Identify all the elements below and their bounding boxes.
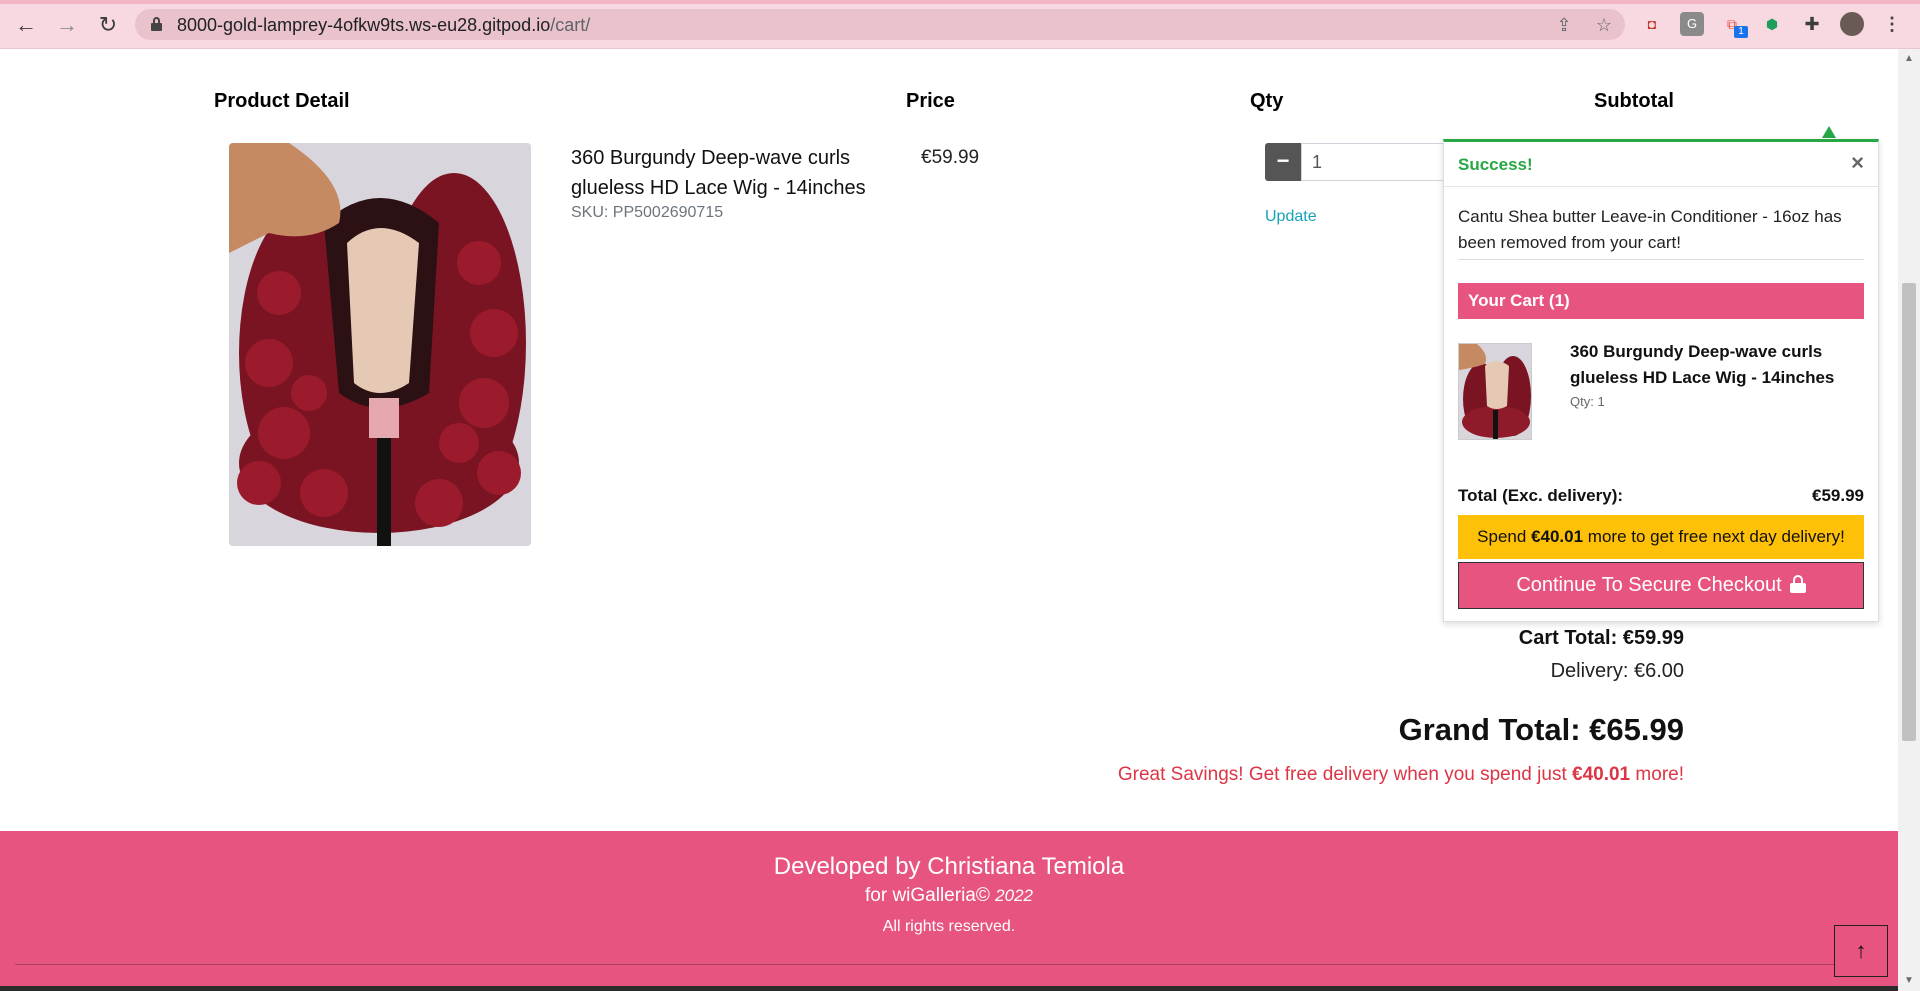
popup-pointer bbox=[1822, 126, 1836, 138]
reload-icon[interactable]: ↻ bbox=[92, 10, 124, 40]
delivery-cost: Delivery: €6.00 bbox=[1550, 660, 1684, 682]
scrollbar-thumb[interactable] bbox=[1902, 283, 1916, 741]
close-icon[interactable]: × bbox=[1851, 150, 1864, 176]
popup-item-qty: Qty: 1 bbox=[1570, 394, 1605, 409]
popup-title-divider bbox=[1444, 186, 1878, 187]
back-to-top-button[interactable]: ↑ bbox=[1834, 925, 1888, 977]
tab-strip-edge bbox=[0, 0, 1920, 4]
product-name[interactable]: 360 Burgundy Deep-wave curls glueless HD… bbox=[571, 143, 871, 203]
product-sku: SKU: PP5002690715 bbox=[571, 204, 724, 221]
popup-total-value: €59.99 bbox=[1812, 486, 1864, 505]
popup-total-label: Total (Exc. delivery): bbox=[1458, 486, 1624, 505]
popup-message: Cantu Shea butter Leave-in Conditioner -… bbox=[1458, 207, 1842, 252]
scroll-down-arrow-icon[interactable]: ▼ bbox=[1898, 971, 1920, 991]
arrow-up-icon: ↑ bbox=[1855, 938, 1867, 963]
popup-product-thumbnail[interactable] bbox=[1458, 343, 1532, 440]
site-footer: Developed by Christiana Temiola for wiGa… bbox=[0, 831, 1898, 991]
update-link[interactable]: Update bbox=[1265, 208, 1317, 226]
cart-notification-popup: Success! × Cantu Shea butter Leave-in Co… bbox=[1443, 139, 1879, 622]
savings-prefix: Great Savings! Get free delivery when yo… bbox=[1117, 764, 1573, 785]
popup-item-name[interactable]: 360 Burgundy Deep-wave curls glueless HD… bbox=[1570, 339, 1860, 391]
footer-divider bbox=[15, 964, 1883, 965]
wig-thumbnail-illustration bbox=[1459, 344, 1531, 439]
extensions-icon[interactable]: ✚ bbox=[1800, 12, 1824, 36]
checkout-label: Continue To Secure Checkout bbox=[1516, 574, 1782, 596]
product-price: €59.99 bbox=[921, 147, 980, 168]
share-icon[interactable]: ⇪ bbox=[1553, 14, 1575, 36]
address-bar[interactable]: 8000-gold-lamprey-4ofkw9ts.ws-eu28.gitpo… bbox=[135, 9, 1625, 40]
savings-suffix: more! bbox=[1630, 764, 1684, 785]
footer-brand: for wiGalleria© 2022 bbox=[0, 885, 1898, 907]
footer-rights: All rights reserved. bbox=[882, 918, 1016, 935]
back-icon[interactable]: ← bbox=[10, 10, 42, 40]
extension-badge: 1 bbox=[1734, 26, 1748, 38]
decrease-qty-button[interactable]: − bbox=[1265, 143, 1301, 181]
url-text: 8000-gold-lamprey-4ofkw9ts.ws-eu28.gitpo… bbox=[177, 15, 591, 35]
padlock-icon bbox=[1789, 575, 1806, 593]
header-subtotal: Subtotal bbox=[1594, 90, 1674, 112]
popup-message-divider bbox=[1458, 259, 1864, 260]
forward-icon[interactable]: → bbox=[51, 10, 83, 40]
lock-icon[interactable] bbox=[151, 17, 162, 31]
pocket-extension-icon[interactable]: ◘ bbox=[1640, 12, 1664, 36]
qty-input[interactable] bbox=[1301, 143, 1461, 181]
browser-toolbar: ← → ↻ 8000-gold-lamprey-4ofkw9ts.ws-eu28… bbox=[0, 0, 1920, 49]
header-product-detail: Product Detail bbox=[214, 90, 350, 112]
grand-total: Grand Total: €65.99 bbox=[1398, 712, 1684, 747]
profile-avatar[interactable] bbox=[1840, 12, 1864, 36]
footer-developer: Developed by Christiana Temiola bbox=[773, 853, 1125, 880]
footer-brand-text: for wiGalleria© bbox=[865, 885, 996, 906]
savings-amount: €40.01 bbox=[1572, 764, 1631, 785]
secure-checkout-button[interactable]: Continue To Secure Checkout bbox=[1458, 562, 1864, 609]
spend-amount: €40.01 bbox=[1531, 527, 1584, 546]
bottom-strip bbox=[0, 986, 1898, 991]
popup-cart-heading: Your Cart (1) bbox=[1458, 283, 1864, 319]
header-qty: Qty bbox=[1250, 90, 1284, 112]
spend-suffix: more to get free next day delivery! bbox=[1583, 527, 1845, 546]
screenshot-extension-icon[interactable]: ⧉ 1 bbox=[1720, 12, 1748, 38]
shield-extension-icon[interactable]: ⬢ bbox=[1760, 12, 1784, 36]
cart-total: Cart Total: €59.99 bbox=[1518, 627, 1684, 649]
savings-message: Great Savings! Get free delivery when yo… bbox=[1118, 764, 1684, 786]
header-price: Price bbox=[906, 90, 955, 112]
star-icon[interactable]: ☆ bbox=[1593, 14, 1615, 36]
free-delivery-banner: Spend €40.01 more to get free next day d… bbox=[1458, 515, 1864, 559]
wig-illustration bbox=[229, 143, 531, 546]
spend-prefix: Spend bbox=[1477, 527, 1532, 546]
popup-title: Success! bbox=[1458, 155, 1533, 174]
menu-icon[interactable]: ⋮ bbox=[1880, 12, 1904, 36]
footer-year: 2022 bbox=[995, 886, 1033, 905]
product-image[interactable] bbox=[229, 143, 531, 546]
grammar-extension-icon[interactable]: G bbox=[1680, 12, 1704, 36]
scroll-up-arrow-icon[interactable]: ▲ bbox=[1898, 49, 1920, 69]
